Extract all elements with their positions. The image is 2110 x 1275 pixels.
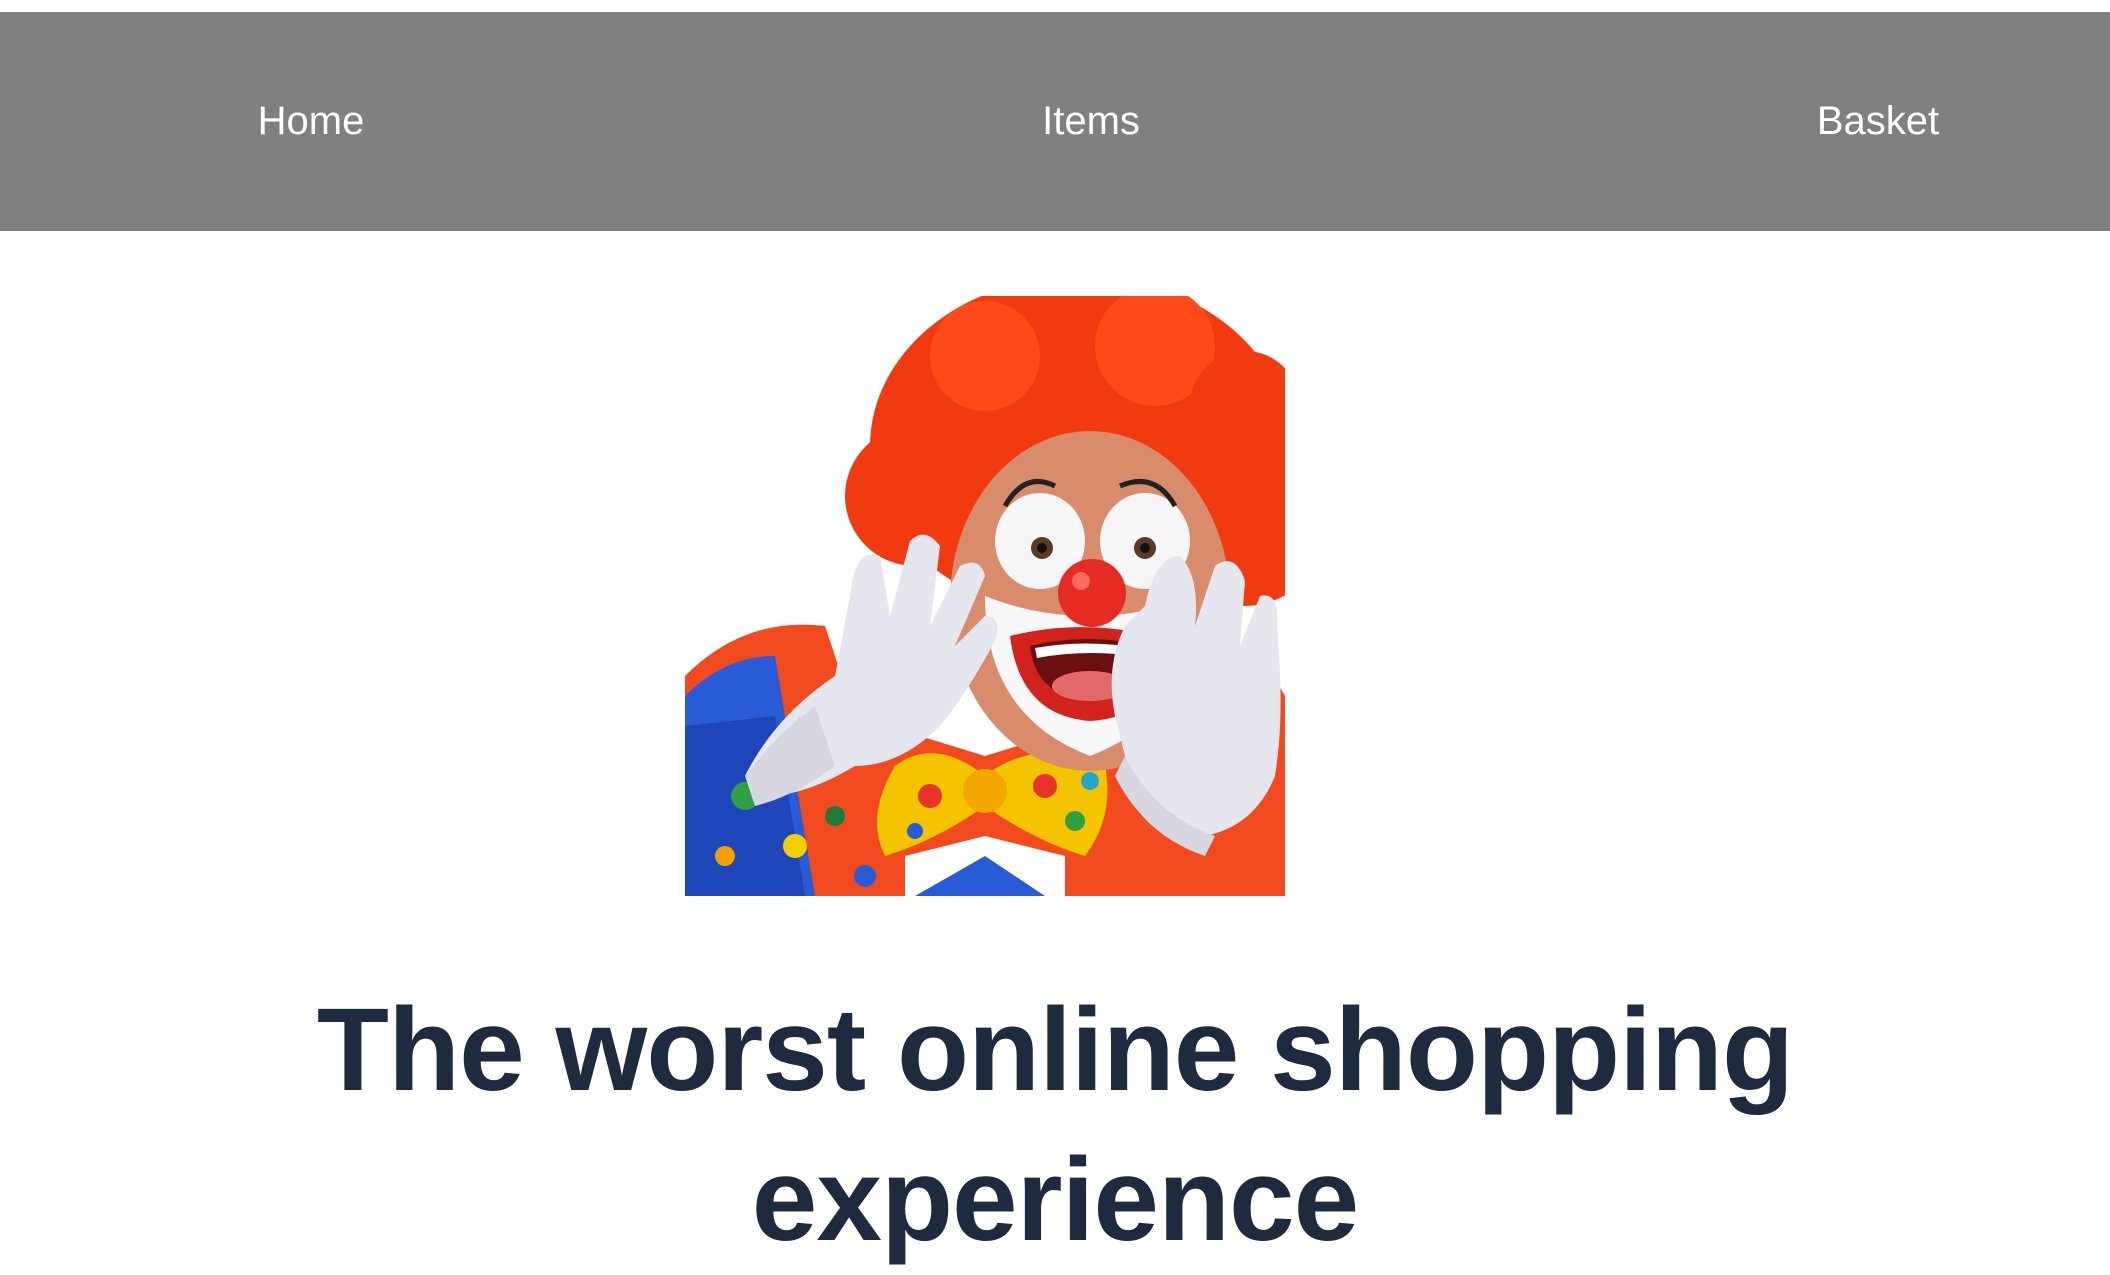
page-top-margin [0,0,2110,12]
nav-link-basket[interactable]: Basket [1778,12,1978,231]
page-headline: The worst online shopping experience [316,984,1794,1266]
nav-link-items[interactable]: Items [991,12,1191,231]
hero-clown-image [685,296,1285,896]
nav-link-home[interactable]: Home [211,12,411,231]
main-navbar: Home Items Basket [0,12,2110,231]
